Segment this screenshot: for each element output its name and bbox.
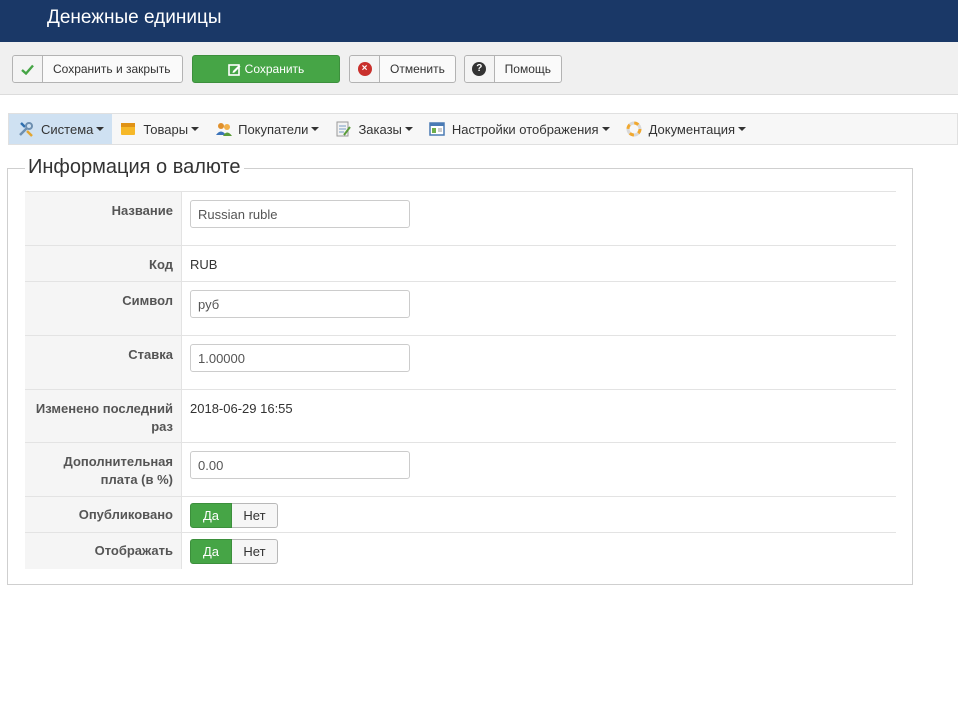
chevron-down-icon: [311, 127, 320, 131]
menu-label-products: Товары: [143, 121, 189, 137]
modified-label: Изменено последний раз: [25, 390, 182, 442]
question-icon: ?: [465, 56, 495, 82]
toolbar: Сохранить и закрыть Сохранить × Отменить…: [0, 42, 958, 95]
form-row-modified: Изменено последний раз 2018-06-29 16:55: [25, 390, 896, 443]
main-menu: Система Товары Покупатели Заказы Настрой…: [8, 113, 958, 145]
symbol-input[interactable]: [190, 290, 410, 318]
fee-label: Дополнительная плата (в %): [25, 443, 182, 496]
display-label: Отображать: [25, 533, 182, 569]
menu-label-documentation: Документация: [648, 121, 736, 137]
menu-label-system: Система: [41, 121, 94, 137]
rate-input[interactable]: [190, 344, 410, 372]
cancel-button[interactable]: × Отменить: [349, 55, 456, 83]
chevron-down-icon: [404, 127, 413, 131]
lifebuoy-icon: [626, 121, 642, 137]
menu-item-system[interactable]: Система: [9, 114, 113, 144]
menu-item-products[interactable]: Товары: [112, 114, 207, 144]
fee-input[interactable]: [190, 451, 410, 479]
form-row-name: Название: [25, 192, 896, 246]
currency-info-fieldset: Информация о валюте Название Код RUB Сим…: [7, 156, 913, 585]
help-label: Помощь: [504, 62, 551, 76]
menu-item-documentation[interactable]: Документация: [618, 114, 755, 144]
save-and-close-label: Сохранить и закрыть: [53, 62, 171, 76]
chevron-down-icon: [738, 127, 747, 131]
page-title: Денежные единицы: [47, 7, 222, 28]
edit-icon: [227, 63, 241, 76]
display-yes-button[interactable]: Да: [190, 539, 232, 564]
save-label: Сохранить: [244, 62, 305, 76]
users-icon: [215, 121, 233, 137]
chevron-down-icon: [601, 127, 610, 131]
display-no-button[interactable]: Нет: [232, 539, 278, 564]
published-toggle: Да Нет: [190, 503, 278, 528]
modified-value: 2018-06-29 16:55: [190, 401, 293, 416]
display-toggle: Да Нет: [190, 539, 278, 564]
form-row-display: Отображать Да Нет: [25, 533, 896, 569]
form-row-rate: Ставка: [25, 336, 896, 390]
form-row-code: Код RUB: [25, 246, 896, 282]
box-icon: [120, 121, 136, 137]
tools-icon: [18, 121, 34, 137]
chevron-down-icon: [191, 127, 200, 131]
form-row-fee: Дополнительная плата (в %): [25, 443, 896, 497]
form-row-published: Опубликовано Да Нет: [25, 497, 896, 533]
menu-label-display-settings: Настройки отображения: [451, 121, 599, 137]
cancel-icon: ×: [350, 56, 380, 82]
fieldset-legend: Информация о валюте: [25, 156, 244, 179]
code-value: RUB: [190, 257, 218, 272]
page-header: Денежные единицы: [0, 0, 958, 42]
chevron-down-icon: [96, 127, 105, 131]
menu-label-orders: Заказы: [358, 121, 402, 137]
save-and-close-button[interactable]: Сохранить и закрыть: [12, 55, 183, 83]
cancel-label: Отменить: [390, 62, 445, 76]
save-button[interactable]: Сохранить: [192, 55, 340, 83]
name-input[interactable]: [190, 200, 410, 228]
rate-label: Ставка: [25, 336, 182, 389]
menu-item-customers[interactable]: Покупатели: [207, 114, 327, 144]
orders-icon: [335, 121, 352, 137]
menu-item-display-settings[interactable]: Настройки отображения: [421, 114, 618, 144]
symbol-label: Символ: [25, 282, 182, 335]
help-button[interactable]: ? Помощь: [464, 55, 562, 83]
code-label: Код: [25, 246, 182, 281]
published-yes-button[interactable]: Да: [190, 503, 232, 528]
check-icon: [13, 56, 43, 82]
display-icon: [429, 121, 445, 137]
published-label: Опубликовано: [25, 497, 182, 532]
published-no-button[interactable]: Нет: [232, 503, 278, 528]
name-label: Название: [25, 192, 182, 245]
menu-label-customers: Покупатели: [238, 121, 309, 137]
currency-form: Название Код RUB Символ Ставка Изменено …: [25, 191, 896, 569]
menu-item-orders[interactable]: Заказы: [327, 114, 420, 144]
form-row-symbol: Символ: [25, 282, 896, 336]
